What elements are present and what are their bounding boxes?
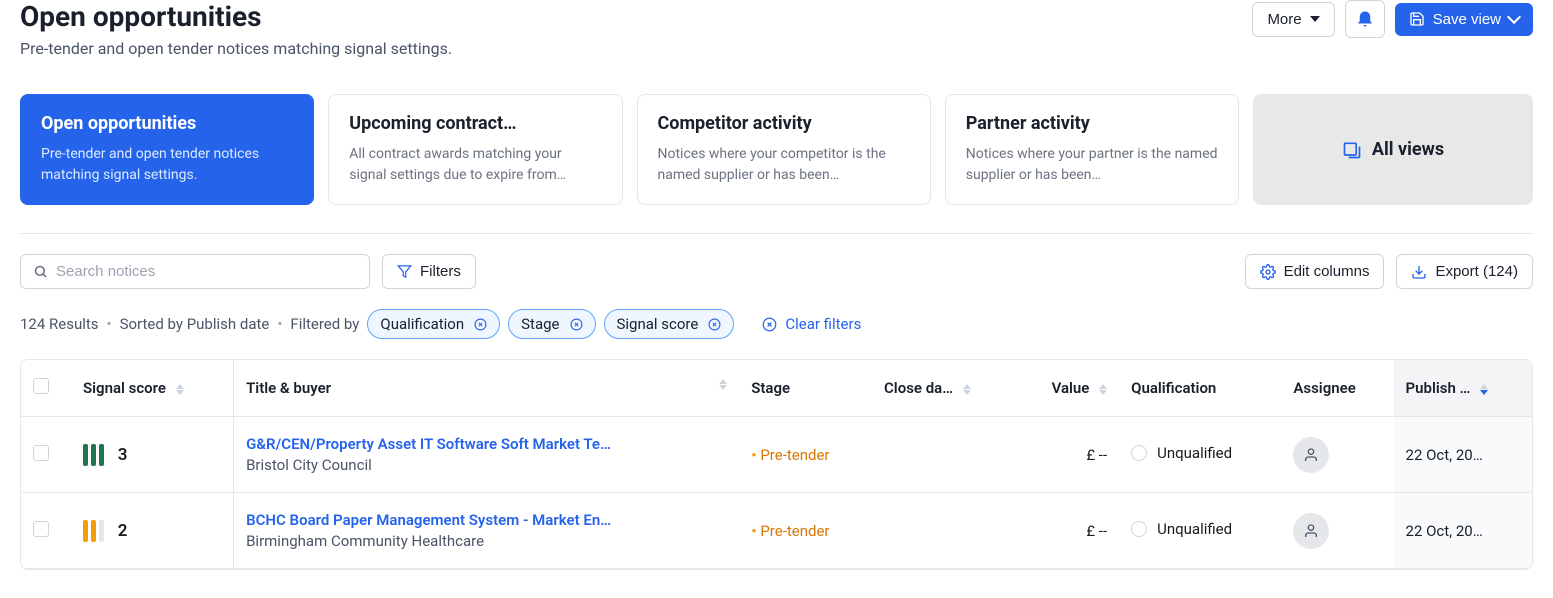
more-button[interactable]: More [1252,2,1334,37]
sort-icon [1099,384,1107,395]
sort-icon [1480,384,1488,395]
edit-columns-button[interactable]: Edit columns [1245,254,1385,289]
sort-icon [963,384,971,395]
view-card-open-opportunities[interactable]: Open opportunities Pre-tender and open t… [20,94,314,205]
separator-dot: • [107,315,112,333]
select-all-checkbox[interactable] [33,378,49,394]
assignee-avatar[interactable] [1293,437,1329,473]
qualification-label: Unqualified [1157,520,1232,538]
page-title: Open opportunities [20,0,452,33]
view-card-competitor-activity[interactable]: Competitor activity Notices where your c… [637,94,931,205]
table-row[interactable]: 2 BCHC Board Paper Management System - M… [21,493,1532,569]
all-views-icon [1342,140,1362,160]
stage-badge: Pre-tender [751,446,829,464]
triangle-down-icon [1310,16,1320,22]
view-card-description: Pre-tender and open tender notices match… [41,144,293,186]
close-icon[interactable] [708,318,721,331]
sort-icon [719,379,727,390]
edit-columns-label: Edit columns [1284,263,1370,280]
column-header-signal-score[interactable]: Signal score [71,360,234,417]
filter-chip-label: Qualification [380,315,464,333]
close-icon[interactable] [570,318,583,331]
row-checkbox[interactable] [33,521,49,537]
separator-dot: • [277,315,282,333]
export-label: Export (124) [1435,263,1518,280]
close-circle-icon [762,317,777,332]
save-icon [1409,11,1425,27]
view-card-title: Competitor activity [658,113,910,134]
all-views-label: All views [1372,139,1444,160]
person-icon [1303,523,1319,539]
publish-date: 22 Oct, 20… [1394,493,1532,569]
results-count: 124 Results [20,315,99,333]
gear-icon [1260,264,1276,280]
sort-icon [176,384,184,395]
chevron-down-icon [1507,10,1521,24]
filter-chip-label: Stage [521,315,559,333]
column-header-qualification[interactable]: Qualification [1119,360,1281,417]
view-card-description: Notices where your partner is the named … [966,144,1218,186]
export-button[interactable]: Export (124) [1396,254,1533,289]
buyer-name: Bristol City Council [246,456,727,474]
value-cell: £ -- [1016,493,1119,569]
all-views-button[interactable]: All views [1253,94,1533,205]
view-card-title: Upcoming contract… [349,113,601,134]
column-header-close-date[interactable]: Close da… [872,360,1016,417]
search-icon [33,264,48,279]
search-input[interactable] [56,263,357,280]
signal-bars-icon [83,520,104,542]
filter-chip-label: Signal score [617,315,699,333]
person-icon [1303,447,1319,463]
stage-badge: Pre-tender [751,522,829,540]
signal-score-value: 2 [118,521,128,541]
column-header-assignee[interactable]: Assignee [1281,360,1393,417]
save-view-button[interactable]: Save view [1395,3,1533,36]
table-row[interactable]: 3 G&R/CEN/Property Asset IT Software Sof… [21,417,1532,493]
download-icon [1411,264,1427,280]
value-cell: £ -- [1016,417,1119,493]
filter-icon [397,264,412,279]
view-card-description: All contract awards matching your signal… [349,144,601,186]
row-checkbox[interactable] [33,445,49,461]
qualification-circle-icon [1131,445,1147,461]
filters-button[interactable]: Filters [382,254,476,289]
qualification-circle-icon [1131,521,1147,537]
view-card-title: Open opportunities [41,113,293,134]
clear-filters-label: Clear filters [785,315,861,333]
close-icon[interactable] [474,318,487,331]
search-input-wrapper[interactable] [20,254,370,289]
column-header-stage[interactable]: Stage [739,360,872,417]
publish-date: 22 Oct, 20… [1394,417,1532,493]
qualification-indicator[interactable]: Unqualified [1131,520,1232,538]
qualification-label: Unqualified [1157,444,1232,462]
notification-button[interactable] [1345,0,1385,38]
bell-icon [1356,10,1374,28]
view-card-title: Partner activity [966,113,1218,134]
more-label: More [1267,11,1301,28]
save-view-label: Save view [1433,11,1501,28]
filters-label: Filters [420,263,461,280]
signal-score-value: 3 [118,445,128,465]
page-subtitle: Pre-tender and open tender notices match… [20,39,452,58]
column-header-publish[interactable]: Publish … [1394,360,1532,417]
qualification-indicator[interactable]: Unqualified [1131,444,1232,462]
signal-bars-icon [83,444,104,466]
notice-title-link[interactable]: BCHC Board Paper Management System - Mar… [246,511,656,529]
view-card-upcoming-contract[interactable]: Upcoming contract… All contract awards m… [328,94,622,205]
buyer-name: Birmingham Community Healthcare [246,532,727,550]
assignee-avatar[interactable] [1293,513,1329,549]
clear-filters-button[interactable]: Clear filters [762,315,861,333]
filter-chip-stage[interactable]: Stage [508,309,595,339]
filter-chip-signal-score[interactable]: Signal score [604,309,735,339]
sorted-by-text: Sorted by Publish date [120,315,270,333]
notice-title-link[interactable]: G&R/CEN/Property Asset IT Software Soft … [246,435,656,453]
view-card-description: Notices where your competitor is the nam… [658,144,910,186]
column-header-title-buyer[interactable]: Title & buyer [234,360,740,417]
filtered-by-text: Filtered by [290,315,359,333]
column-header-value[interactable]: Value [1016,360,1119,417]
view-card-partner-activity[interactable]: Partner activity Notices where your part… [945,94,1239,205]
filter-chip-qualification[interactable]: Qualification [367,309,500,339]
